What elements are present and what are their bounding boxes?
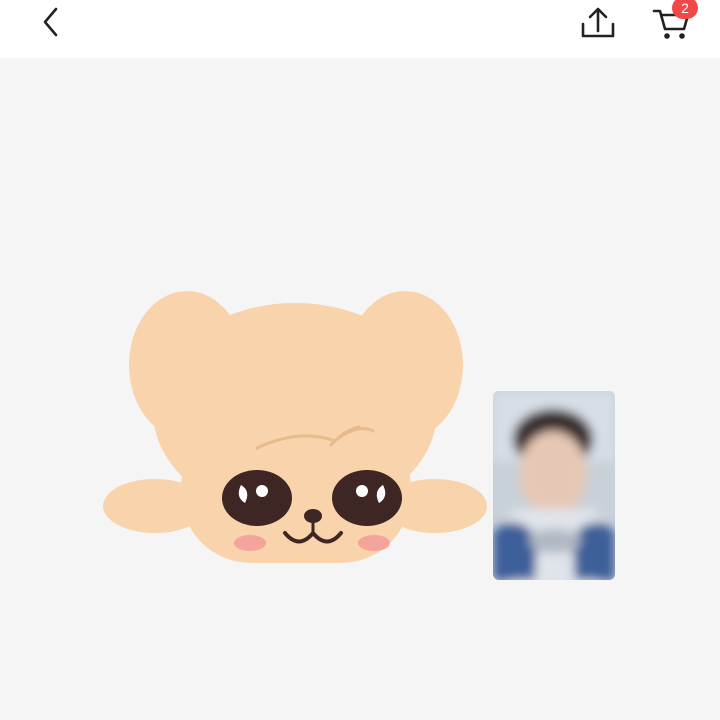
photocard-image[interactable]: [493, 391, 615, 580]
blurred-photocard-image: [493, 391, 615, 580]
share-upload-icon: [581, 7, 615, 38]
cart-count-badge: 2: [672, 0, 698, 19]
top-navigation-bar: 2: [0, 0, 720, 58]
back-button[interactable]: [34, 6, 68, 40]
share-button[interactable]: [578, 4, 618, 42]
puppy-mascot-illustration: [103, 291, 487, 563]
chevron-left-icon: [43, 7, 58, 37]
product-image-area: [0, 58, 720, 720]
